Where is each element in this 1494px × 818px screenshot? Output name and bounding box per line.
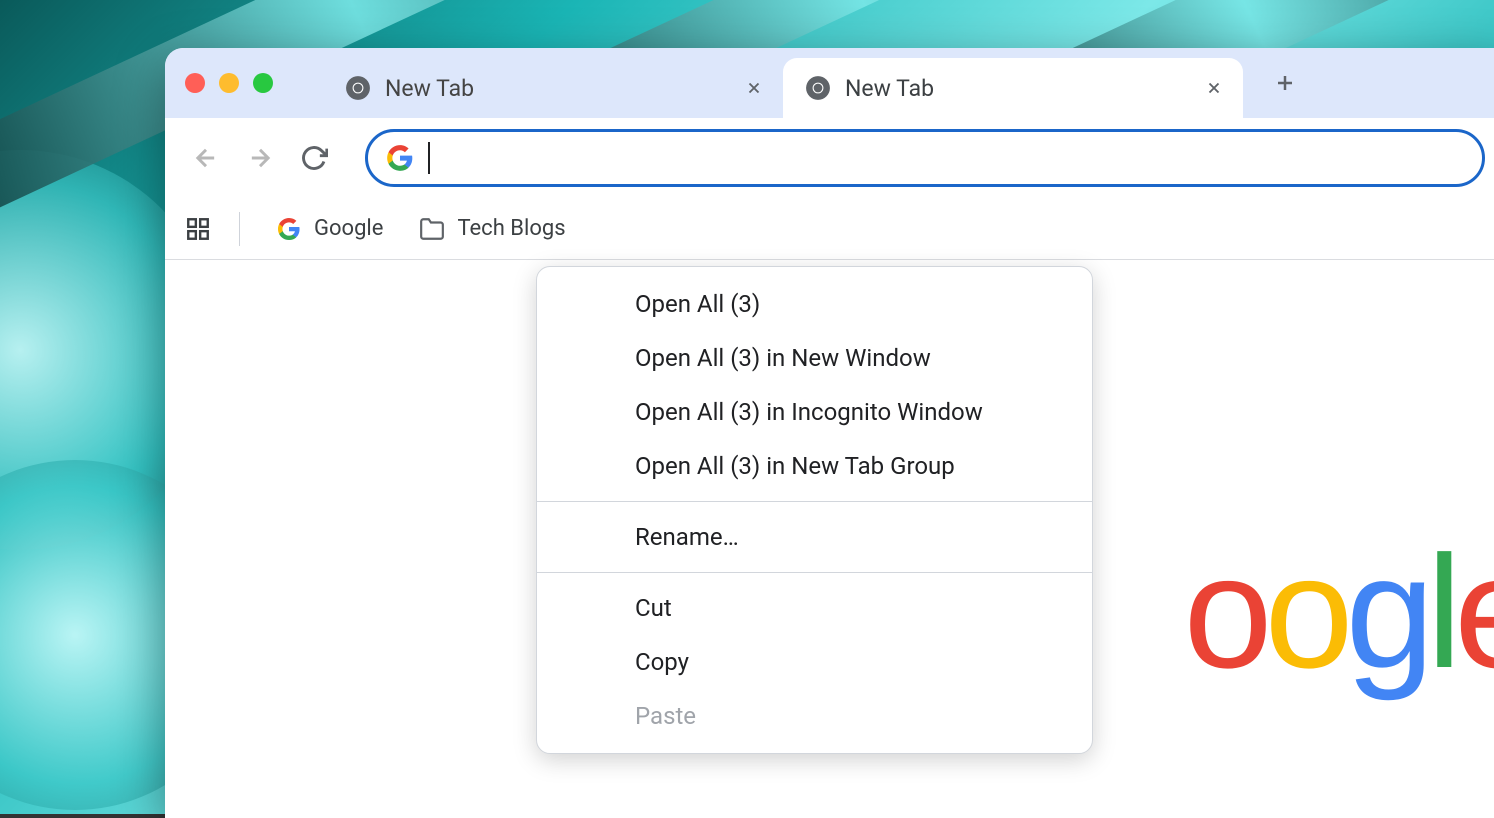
- tab-active[interactable]: New Tab: [783, 58, 1243, 118]
- menu-open-all-tab-group[interactable]: Open All (3) in New Tab Group: [537, 439, 1092, 493]
- divider: [537, 501, 1092, 502]
- divider: [239, 212, 240, 246]
- window-maximize-button[interactable]: [253, 73, 273, 93]
- browser-window: New Tab New Tab: [165, 48, 1494, 818]
- tab-close-button[interactable]: [1203, 77, 1225, 99]
- window-close-button[interactable]: [185, 73, 205, 93]
- tab-title: New Tab: [845, 75, 1189, 102]
- tab-title: New Tab: [385, 75, 729, 102]
- google-g-icon: [276, 216, 302, 242]
- apps-grid-icon[interactable]: [183, 214, 213, 244]
- forward-button[interactable]: [239, 137, 281, 179]
- chrome-icon: [345, 75, 371, 101]
- reload-button[interactable]: [293, 137, 335, 179]
- text-cursor: [428, 142, 430, 174]
- menu-open-all-new-window[interactable]: Open All (3) in New Window: [537, 331, 1092, 385]
- bookmarks-bar: Google Tech Blogs: [165, 198, 1494, 260]
- google-logo: oogle: [1184, 520, 1494, 704]
- tab-close-button[interactable]: [743, 77, 765, 99]
- menu-rename[interactable]: Rename…: [537, 510, 1092, 564]
- bookmark-google[interactable]: Google: [266, 210, 393, 248]
- window-controls: [185, 73, 273, 93]
- menu-paste: Paste: [537, 689, 1092, 743]
- address-input[interactable]: [444, 144, 1464, 172]
- divider: [537, 572, 1092, 573]
- back-button[interactable]: [185, 137, 227, 179]
- bookmark-folder-tech-blogs[interactable]: Tech Blogs: [409, 210, 575, 248]
- window-minimize-button[interactable]: [219, 73, 239, 93]
- new-tab-button[interactable]: [1263, 61, 1307, 105]
- bookmark-label: Google: [314, 216, 383, 241]
- tab-strip: New Tab New Tab: [165, 48, 1494, 118]
- toolbar: [165, 118, 1494, 198]
- chrome-icon: [805, 75, 831, 101]
- tab-inactive[interactable]: New Tab: [323, 58, 783, 118]
- address-bar[interactable]: [365, 129, 1485, 187]
- bookmark-label: Tech Blogs: [457, 216, 565, 241]
- google-g-icon: [386, 144, 414, 172]
- menu-copy[interactable]: Copy: [537, 635, 1092, 689]
- context-menu: Open All (3) Open All (3) in New Window …: [536, 266, 1093, 754]
- menu-open-all[interactable]: Open All (3): [537, 277, 1092, 331]
- menu-cut[interactable]: Cut: [537, 581, 1092, 635]
- menu-open-all-incognito[interactable]: Open All (3) in Incognito Window: [537, 385, 1092, 439]
- folder-icon: [419, 216, 445, 242]
